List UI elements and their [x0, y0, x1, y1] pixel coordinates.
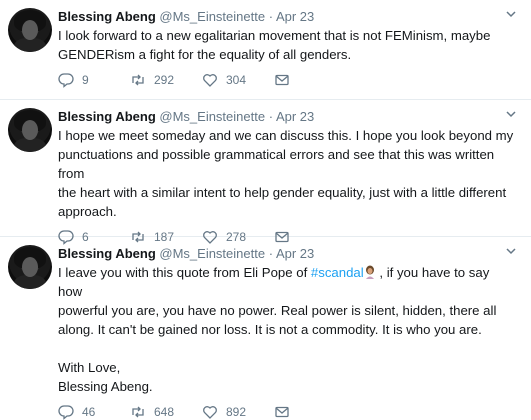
tweet-date[interactable]: Apr 23	[276, 109, 314, 124]
tweet-actions: 46 648 892	[58, 404, 517, 420]
avatar[interactable]	[8, 245, 52, 289]
tweet[interactable]: Blessing Abeng @Ms_Einsteinette · Apr 23…	[0, 0, 531, 100]
tweet-header: Blessing Abeng @Ms_Einsteinette · Apr 23	[58, 8, 517, 25]
tweet-text: I look forward to a new egalitarian move…	[58, 28, 491, 62]
chevron-down-icon[interactable]	[505, 108, 517, 123]
avatar[interactable]	[8, 8, 52, 52]
text-segment: I leave you with this quote from Eli Pop…	[58, 265, 311, 280]
tweet-text: I leave you with this quote from Eli Pop…	[58, 265, 497, 394]
hashtag-link[interactable]: #scandal	[311, 265, 364, 280]
display-name[interactable]: Blessing Abeng	[58, 9, 156, 24]
mail-icon	[275, 406, 289, 418]
tweet[interactable]: Blessing Abeng @Ms_Einsteinette · Apr 23…	[0, 237, 531, 420]
separator: ·	[268, 246, 274, 261]
tweet-header: Blessing Abeng @Ms_Einsteinette · Apr 23	[58, 245, 517, 262]
woman-emoji-icon	[364, 265, 376, 279]
mail-icon	[275, 74, 289, 86]
tweet-actions: 9 292 304	[58, 72, 517, 88]
retweet-button[interactable]: 648	[130, 404, 202, 420]
display-name[interactable]: Blessing Abeng	[58, 246, 156, 261]
like-count: 892	[226, 405, 247, 419]
user-handle[interactable]: @Ms_Einsteinette	[159, 9, 265, 24]
tweet-date[interactable]: Apr 23	[276, 9, 314, 24]
tweet-header: Blessing Abeng @Ms_Einsteinette · Apr 23	[58, 108, 517, 125]
retweet-icon	[132, 406, 144, 418]
chevron-down-icon[interactable]	[505, 8, 517, 23]
tweet[interactable]: Blessing Abeng @Ms_Einsteinette · Apr 23…	[0, 100, 531, 245]
like-button[interactable]: 304	[202, 72, 274, 88]
retweet-icon	[132, 74, 144, 86]
like-button[interactable]: 892	[202, 404, 274, 420]
avatar[interactable]	[8, 108, 52, 152]
separator: ·	[268, 9, 274, 24]
heart-icon	[203, 406, 217, 419]
reply-icon	[58, 405, 74, 420]
retweet-count: 292	[154, 73, 175, 87]
direct-message-button[interactable]	[274, 72, 298, 88]
display-name[interactable]: Blessing Abeng	[58, 109, 156, 124]
user-handle[interactable]: @Ms_Einsteinette	[159, 246, 265, 261]
heart-icon	[203, 74, 217, 87]
reply-button[interactable]: 46	[58, 404, 130, 420]
reply-count: 46	[82, 405, 96, 419]
retweet-count: 648	[154, 405, 175, 419]
chevron-down-icon[interactable]	[505, 245, 517, 260]
user-handle[interactable]: @Ms_Einsteinette	[159, 109, 265, 124]
tweet-text: I hope we meet someday and we can discus…	[58, 128, 514, 219]
direct-message-button[interactable]	[274, 404, 298, 420]
like-count: 304	[226, 73, 247, 87]
reply-button[interactable]: 9	[58, 72, 130, 88]
tweet-date[interactable]: Apr 23	[276, 246, 314, 261]
reply-count: 9	[82, 73, 89, 87]
separator: ·	[268, 109, 274, 124]
retweet-button[interactable]: 292	[130, 72, 202, 88]
reply-icon	[58, 73, 74, 88]
